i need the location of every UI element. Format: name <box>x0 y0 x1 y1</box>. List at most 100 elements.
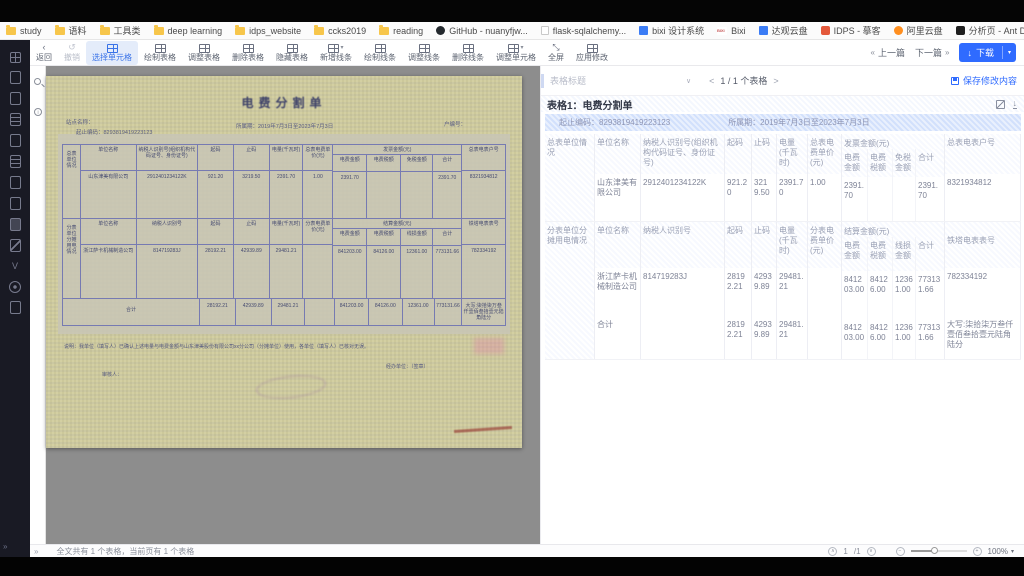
header-cell: 合计 <box>916 149 944 177</box>
bookmark-item[interactable]: IDPS - 摹客 <box>820 24 881 37</box>
cell[interactable]: 2391.70 <box>916 177 944 221</box>
cell[interactable] <box>893 177 915 221</box>
cell[interactable]: 1.00 <box>808 174 841 218</box>
bookmark-item[interactable]: GitHub - nuanyfjw... <box>436 26 528 36</box>
cell[interactable]: 大写:柒拾柒万叁仟壹佰叁拾壹元陆角陆分 <box>945 316 1020 356</box>
next-table-icon[interactable]: > <box>773 76 778 86</box>
doc-icon[interactable] <box>9 197 21 210</box>
next-doc-button[interactable]: 下一篇» <box>915 46 949 59</box>
cell[interactable]: 8321934812 <box>945 174 1020 218</box>
cell[interactable]: 782334192 <box>945 268 1020 316</box>
cell[interactable] <box>808 268 841 316</box>
info-icon[interactable]: i <box>34 108 42 116</box>
download-dropdown-button[interactable]: ▾ <box>1001 46 1016 59</box>
tool-hide-table[interactable]: 隐藏表格 <box>270 41 314 65</box>
box-icon[interactable] <box>9 301 21 314</box>
document-viewport[interactable]: i 电费分割单 站点名称： 起止编码：8293819419223123 所属期：… <box>30 66 540 544</box>
tool-fullscreen[interactable]: ⤡ 全屏 <box>542 41 570 65</box>
bookmark-item[interactable]: idps_website <box>235 24 301 36</box>
magnifier-icon[interactable] <box>34 78 41 85</box>
bookmark-item[interactable]: 语料 <box>54 24 87 37</box>
tool-apply-changes[interactable]: 应用修改 <box>570 41 614 65</box>
bookmark-item[interactable]: 工具类 <box>99 24 141 37</box>
prev-doc-button[interactable]: «上一篇 <box>871 46 905 59</box>
tool-draw-table[interactable]: 绘制表格 <box>138 41 182 65</box>
tool-select-cell[interactable]: 选择单元格 <box>86 40 138 65</box>
scanned-document[interactable]: 电费分割单 站点名称： 起止编码：8293819419223123 所属期：20… <box>46 76 522 448</box>
zoom-level-select[interactable]: 100% ▾ <box>988 547 1014 556</box>
table-title: 表格1：电费分割单 <box>547 100 633 112</box>
bookmark-item[interactable]: bixi 设计系统 <box>639 24 704 37</box>
prev-table-icon[interactable]: < <box>709 76 714 86</box>
tool-adjust-cell[interactable]: ▾ 调整单元格 <box>490 41 542 65</box>
tool-delete-table[interactable]: 删除表格 <box>226 41 270 65</box>
page-up-icon[interactable]: ∧ <box>828 546 838 556</box>
cell[interactable] <box>808 316 841 356</box>
zoom-out-icon[interactable]: − <box>895 546 905 556</box>
cell[interactable]: 2912401234122K <box>641 174 724 218</box>
tool-delete-line[interactable]: 删除线条 <box>446 41 490 65</box>
cell[interactable]: 773131.66 <box>916 319 944 359</box>
cell[interactable]: 773131.66 <box>916 271 944 319</box>
doc-filled-icon[interactable] <box>9 218 21 231</box>
undo-button[interactable]: ↺ 撤销 <box>58 41 86 65</box>
doc-box-icon[interactable] <box>9 155 21 168</box>
cell[interactable] <box>641 316 724 356</box>
tool-adjust-table[interactable]: 调整表格 <box>182 41 226 65</box>
download-icon[interactable]: ↓ <box>1012 99 1017 109</box>
doc-icon[interactable] <box>9 176 21 189</box>
gear-icon[interactable] <box>9 281 21 293</box>
back-button[interactable]: ‹ 返回 <box>30 41 58 65</box>
cell[interactable]: 841203.00 <box>842 271 867 319</box>
download-button[interactable]: ↓ 下载 <box>959 43 1002 62</box>
grid-icon[interactable] <box>9 52 21 63</box>
bookmark-item[interactable]: deep learning <box>153 24 222 36</box>
cell[interactable]: 12361.00 <box>893 271 915 319</box>
v-icon[interactable]: V <box>10 260 21 273</box>
cell[interactable]: 84126.00 <box>868 271 892 319</box>
cell[interactable]: 42939.89 <box>752 316 776 356</box>
zoom-slider[interactable] <box>910 547 967 554</box>
cell[interactable]: 841203.00 <box>842 319 867 359</box>
cell[interactable]: 814719283J <box>641 268 724 316</box>
page-down-icon[interactable]: ∨ <box>866 546 876 556</box>
cell[interactable]: 2391.70 <box>777 174 807 218</box>
bookmark-item[interactable]: Bixi <box>717 26 746 36</box>
bookmark-item[interactable]: flask-sqlalchemy... <box>540 26 626 36</box>
tool-adjust-line[interactable]: 调整线条 <box>402 41 446 65</box>
tool-add-line[interactable]: ▾ 新增线条 <box>314 41 358 65</box>
bookmark-item[interactable]: study <box>6 24 42 36</box>
cell[interactable]: 921.20 <box>725 174 751 218</box>
bookmark-item[interactable]: reading <box>379 24 423 36</box>
doc-icon[interactable] <box>9 71 21 84</box>
cell[interactable]: 28192.21 <box>725 268 751 316</box>
edit-icon[interactable] <box>995 99 1005 109</box>
bookmark-item[interactable]: 阿里云盘 <box>893 24 943 37</box>
bookmark-item[interactable]: ccks2019 <box>314 24 366 36</box>
bookmark-item[interactable]: 达观云盘 <box>758 24 808 37</box>
cell[interactable]: 42939.89 <box>752 268 776 316</box>
cell[interactable]: 29481.21 <box>777 268 807 316</box>
zoom-in-icon[interactable]: + <box>972 546 982 556</box>
cell[interactable]: 2391.70 <box>842 177 867 221</box>
edit-icon[interactable] <box>9 239 21 252</box>
cell[interactable]: 12361.00 <box>893 319 915 359</box>
collapse-icon[interactable]: » <box>34 547 38 556</box>
save-changes-button[interactable]: 保存修改内容 <box>950 74 1017 87</box>
cell[interactable]: 合计 <box>595 316 640 356</box>
chevron-down-icon[interactable]: ∨ <box>686 77 691 85</box>
zoom-slider-knob[interactable] <box>930 547 938 554</box>
cell[interactable]: 29481.21 <box>777 316 807 356</box>
tool-draw-line[interactable]: 绘制线条 <box>358 41 402 65</box>
cell[interactable]: 3219.50 <box>752 174 776 218</box>
cell[interactable]: 84126.00 <box>868 319 892 359</box>
doc-icon[interactable] <box>9 92 21 105</box>
doc-icon[interactable] <box>9 134 21 147</box>
sidebar-expand-icon[interactable]: » <box>3 542 7 551</box>
cell[interactable]: 28192.21 <box>725 316 751 356</box>
cell[interactable]: 山东津美有限公司 <box>595 174 640 218</box>
cell[interactable] <box>868 177 892 221</box>
bookmark-item[interactable]: 分析页 - Ant Desig... <box>955 24 1024 37</box>
cell[interactable]: 浙江萨卡机械制造公司 <box>595 268 640 316</box>
table-icon[interactable] <box>9 113 21 126</box>
